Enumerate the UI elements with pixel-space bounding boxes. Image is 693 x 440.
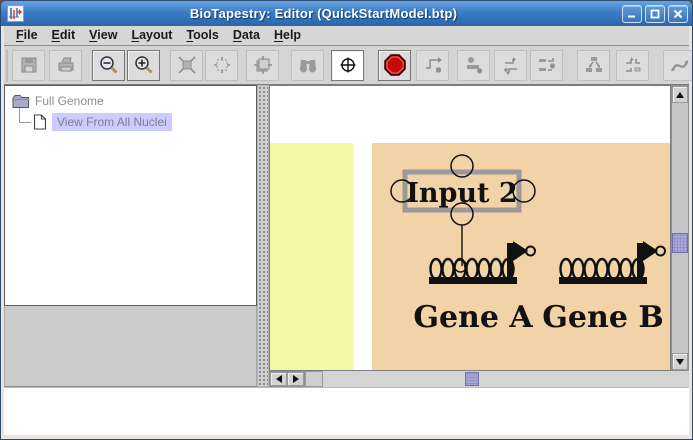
- add-link-button[interactable]: [416, 49, 449, 81]
- input2-label: Input 2: [406, 178, 517, 209]
- zoom-to-all-models-button[interactable]: [205, 49, 238, 81]
- scroll-right-button[interactable]: [287, 372, 304, 386]
- propagate-down-button[interactable]: [577, 49, 610, 81]
- tree-arrows-icon: [585, 57, 602, 72]
- vertical-scrollbar[interactable]: [671, 85, 689, 371]
- window-title: BioTapestry: Editor (QuickStartModel.btp…: [189, 6, 458, 21]
- crosshair-icon: [340, 57, 355, 73]
- squiggle-arrow-icon: [670, 60, 688, 71]
- app-window: BioTapestry: Editor (QuickStartModel.btp…: [0, 0, 693, 440]
- expand-arrows-icon: [213, 57, 230, 73]
- panel-splitter[interactable]: [257, 85, 269, 387]
- network-canvas-area: Input 2 Gene A Gene B: [269, 85, 689, 387]
- menu-file[interactable]: File: [11, 27, 47, 44]
- search-button[interactable]: [291, 49, 324, 81]
- zoom-out-button[interactable]: [92, 49, 125, 81]
- pull-arrows-icon: [625, 57, 640, 72]
- vertical-scroll-track[interactable]: [672, 103, 688, 353]
- bottom-empty-area: [4, 387, 689, 435]
- zoom-to-current-selection-button[interactable]: [246, 49, 279, 81]
- bent-arrow-asterisk-icon: [425, 57, 442, 73]
- geneA-label: Gene A: [413, 300, 533, 335]
- scroll-up-button[interactable]: [672, 86, 688, 103]
- title-bar[interactable]: BioTapestry: Editor (QuickStartModel.btp…: [1, 1, 692, 26]
- up-arrow-icon: [676, 91, 684, 98]
- minimize-button[interactable]: [622, 4, 642, 23]
- center-on-crosshair-button[interactable]: [331, 49, 364, 81]
- menu-bar: File Edit View Layout Tools Data Help: [4, 26, 689, 46]
- menu-data[interactable]: Data: [228, 27, 269, 44]
- menu-edit[interactable]: Edit: [47, 27, 85, 44]
- add-network-module-button[interactable]: [530, 49, 563, 81]
- model-tree-panel: Full Genome View From All Nuclei: [4, 85, 257, 387]
- gene-arrows-asterisk-icon: [503, 57, 517, 75]
- printer-icon: [58, 57, 73, 72]
- horizontal-scrollbar[interactable]: [269, 371, 479, 387]
- yellow-region[interactable]: [270, 143, 353, 371]
- add-gene-button[interactable]: [494, 49, 527, 81]
- maximize-button[interactable]: [645, 4, 665, 23]
- vertical-scroll-thumb[interactable]: [672, 233, 688, 253]
- menu-view[interactable]: View: [84, 27, 126, 44]
- left-arrow-icon: [275, 375, 282, 383]
- toolbar: [4, 46, 692, 85]
- folder-icon: [12, 94, 30, 108]
- tree-item-label: Full Genome: [35, 94, 104, 108]
- tree-panel-lower-area: [4, 306, 257, 387]
- network-drawing: Input 2 Gene A Gene B: [270, 86, 670, 371]
- zoom-out-icon: [99, 56, 118, 74]
- stop-sign-icon: [383, 54, 406, 76]
- menu-layout[interactable]: Layout: [126, 27, 181, 44]
- biotapestry-app-icon: [7, 5, 24, 22]
- node-asterisk-icon: [466, 57, 482, 74]
- tree-item-view-from-all-nuclei[interactable]: View From All Nuclei: [33, 112, 172, 132]
- zoom-in-button[interactable]: [127, 49, 160, 81]
- menu-tools[interactable]: Tools: [181, 27, 227, 44]
- stop-button[interactable]: [378, 49, 411, 81]
- main-content: Full Genome View From All Nuclei Input 2…: [4, 85, 689, 387]
- tree-item-full-genome[interactable]: Full Genome: [12, 91, 104, 111]
- save-button[interactable]: [12, 49, 45, 81]
- geneB-label: Gene B: [542, 300, 663, 335]
- shrink-arrows-icon: [177, 56, 196, 74]
- floppy-icon: [21, 57, 36, 73]
- window-body: File Edit View Layout Tools Data Help Fu…: [1, 26, 692, 439]
- scroll-down-button[interactable]: [672, 353, 688, 370]
- binoculars-icon: [299, 60, 316, 73]
- right-arrow-icon: [292, 375, 299, 383]
- horizontal-scroll-thumb[interactable]: [465, 372, 479, 386]
- scrollbar-corner: [305, 371, 323, 387]
- print-button[interactable]: [49, 49, 82, 81]
- close-button[interactable]: [668, 4, 688, 23]
- scroll-left-button[interactable]: [270, 372, 287, 386]
- zoom-to-current-model-button[interactable]: [170, 49, 203, 81]
- pull-into-submodel-button[interactable]: [616, 49, 649, 81]
- draw-custom-link-button[interactable]: [663, 49, 692, 81]
- toolbar-drag-handle[interactable]: [6, 48, 8, 82]
- menu-help[interactable]: Help: [269, 27, 310, 44]
- network-viewport[interactable]: Input 2 Gene A Gene B: [269, 85, 671, 371]
- model-tree: Full Genome View From All Nuclei: [4, 85, 257, 306]
- add-node-button[interactable]: [457, 49, 490, 81]
- module-bars-asterisk-icon: [538, 58, 555, 71]
- layered-pages-icon: [253, 56, 272, 74]
- down-arrow-icon: [676, 358, 684, 365]
- zoom-in-icon: [134, 56, 153, 74]
- document-icon: [33, 114, 47, 130]
- tree-item-label-selected: View From All Nuclei: [52, 113, 172, 131]
